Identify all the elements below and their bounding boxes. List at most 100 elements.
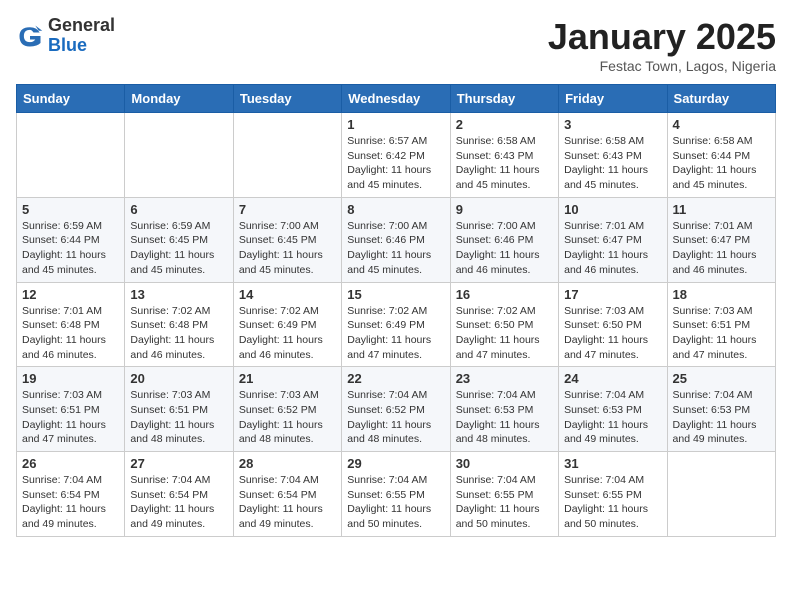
calendar-cell: 9Sunrise: 7:00 AM Sunset: 6:46 PM Daylig…: [450, 197, 558, 282]
day-number: 20: [130, 371, 227, 386]
day-info: Sunrise: 7:03 AM Sunset: 6:51 PM Dayligh…: [673, 304, 770, 363]
calendar-week-2: 5 Sunrise: 6:59 AM Sunset: 6:44 PM Daylig…: [17, 197, 776, 282]
day-number: 6: [130, 202, 227, 217]
day-number: 25: [673, 371, 770, 386]
day-info: Sunrise: 6:58 AM Sunset: 6:43 PM Dayligh…: [564, 134, 661, 193]
weekday-header-thursday: Thursday: [450, 85, 558, 113]
weekday-header-row: SundayMondayTuesdayWednesdayThursdayFrid…: [17, 85, 776, 113]
day-info: Sunrise: 6:59 AM Sunset: 6:45 PM Dayligh…: [130, 219, 227, 278]
day-number: 1: [347, 117, 444, 132]
day-info: Sunrise: 7:03 AM Sunset: 6:52 PM Dayligh…: [239, 388, 336, 447]
calendar-cell: 2 Sunrise: 6:58 AM Sunset: 6:43 PM Daylig…: [450, 113, 558, 198]
calendar-cell: 10 Sunrise: 7:01 AM Sunset: 6:47 PM Dayli…: [559, 197, 667, 282]
day-number: 2: [456, 117, 553, 132]
day-number: 23: [456, 371, 553, 386]
weekday-header-saturday: Saturday: [667, 85, 775, 113]
calendar-cell: 19 Sunrise: 7:03 AM Sunset: 6:51 PM Dayli…: [17, 367, 125, 452]
day-info: Sunrise: 7:04 AM Sunset: 6:53 PM Dayligh…: [673, 388, 770, 447]
day-number: 18: [673, 287, 770, 302]
day-info: Sunrise: 7:04 AM Sunset: 6:52 PM Dayligh…: [347, 388, 444, 447]
logo-text: General Blue: [48, 16, 115, 56]
calendar-cell: 20Sunrise: 7:03 AM Sunset: 6:51 PM Dayli…: [125, 367, 233, 452]
day-info: Sunrise: 7:03 AM Sunset: 6:50 PM Dayligh…: [564, 304, 661, 363]
calendar-cell: 26Sunrise: 7:04 AM Sunset: 6:54 PM Dayli…: [17, 452, 125, 537]
day-info: Sunrise: 7:02 AM Sunset: 6:50 PM Dayligh…: [456, 304, 553, 363]
day-number: 31: [564, 456, 661, 471]
day-number: 27: [130, 456, 227, 471]
calendar-cell: 14 Sunrise: 7:02 AM Sunset: 6:49 PM Dayli…: [233, 282, 341, 367]
day-number: 30: [456, 456, 553, 471]
day-number: 5: [22, 202, 119, 217]
calendar-cell: 16 Sunrise: 7:02 AM Sunset: 6:50 PM Dayli…: [450, 282, 558, 367]
calendar-cell: 1Sunrise: 6:57 AM Sunset: 6:42 PM Daylig…: [342, 113, 450, 198]
calendar-cell: 17 Sunrise: 7:03 AM Sunset: 6:50 PM Dayli…: [559, 282, 667, 367]
calendar-cell: 12Sunrise: 7:01 AM Sunset: 6:48 PM Dayli…: [17, 282, 125, 367]
day-info: Sunrise: 7:00 AM Sunset: 6:45 PM Dayligh…: [239, 219, 336, 278]
page-header: General Blue January 2025 Festac Town, L…: [16, 16, 776, 74]
calendar-week-5: 26 Sunrise: 7:04 AM Sunset: 6:54 PM Dayli…: [17, 452, 776, 537]
calendar-cell: 6 Sunrise: 6:59 AM Sunset: 6:45 PM Daylig…: [125, 197, 233, 282]
weekday-header-friday: Friday: [559, 85, 667, 113]
day-number: 13: [130, 287, 227, 302]
day-info: Sunrise: 7:01 AM Sunset: 6:47 PM Dayligh…: [673, 219, 770, 278]
calendar-cell: [667, 452, 775, 537]
weekday-header-sunday: Sunday: [17, 85, 125, 113]
day-info: Sunrise: 7:03 AM Sunset: 6:51 PM Dayligh…: [22, 388, 119, 447]
calendar-cell: 27 Sunrise: 7:04 AM Sunset: 6:54 PM Dayli…: [125, 452, 233, 537]
day-info: Sunrise: 7:00 AM Sunset: 6:46 PM Dayligh…: [347, 219, 444, 278]
day-info: Sunrise: 7:00 AM Sunset: 6:46 PM Dayligh…: [456, 219, 553, 278]
day-number: 19: [22, 371, 119, 386]
location-subtitle: Festac Town, Lagos, Nigeria: [548, 58, 776, 74]
day-number: 28: [239, 456, 336, 471]
day-number: 4: [673, 117, 770, 132]
calendar-week-1: 1Sunrise: 6:57 AM Sunset: 6:42 PM Daylig…: [17, 113, 776, 198]
calendar-cell: 18 Sunrise: 7:03 AM Sunset: 6:51 PM Dayli…: [667, 282, 775, 367]
day-info: Sunrise: 7:02 AM Sunset: 6:49 PM Dayligh…: [239, 304, 336, 363]
weekday-header-monday: Monday: [125, 85, 233, 113]
calendar-cell: 22 Sunrise: 7:04 AM Sunset: 6:52 PM Dayli…: [342, 367, 450, 452]
calendar-week-4: 19 Sunrise: 7:03 AM Sunset: 6:51 PM Dayli…: [17, 367, 776, 452]
logo-icon: [16, 22, 44, 50]
day-info: Sunrise: 7:04 AM Sunset: 6:54 PM Dayligh…: [239, 473, 336, 532]
month-title: January 2025: [548, 16, 776, 58]
calendar-cell: [233, 113, 341, 198]
weekday-header-wednesday: Wednesday: [342, 85, 450, 113]
day-number: 26: [22, 456, 119, 471]
day-info: Sunrise: 7:04 AM Sunset: 6:53 PM Dayligh…: [456, 388, 553, 447]
day-info: Sunrise: 6:58 AM Sunset: 6:43 PM Dayligh…: [456, 134, 553, 193]
day-number: 21: [239, 371, 336, 386]
calendar-cell: 15Sunrise: 7:02 AM Sunset: 6:49 PM Dayli…: [342, 282, 450, 367]
calendar-cell: 11Sunrise: 7:01 AM Sunset: 6:47 PM Dayli…: [667, 197, 775, 282]
day-info: Sunrise: 7:04 AM Sunset: 6:55 PM Dayligh…: [347, 473, 444, 532]
calendar-cell: 28 Sunrise: 7:04 AM Sunset: 6:54 PM Dayli…: [233, 452, 341, 537]
day-number: 29: [347, 456, 444, 471]
calendar-cell: 23 Sunrise: 7:04 AM Sunset: 6:53 PM Dayli…: [450, 367, 558, 452]
calendar-cell: [125, 113, 233, 198]
logo: General Blue: [16, 16, 115, 56]
day-number: 15: [347, 287, 444, 302]
day-info: Sunrise: 6:58 AM Sunset: 6:44 PM Dayligh…: [673, 134, 770, 193]
calendar-cell: [17, 113, 125, 198]
day-number: 16: [456, 287, 553, 302]
day-info: Sunrise: 6:59 AM Sunset: 6:44 PM Dayligh…: [22, 219, 119, 278]
day-number: 10: [564, 202, 661, 217]
day-number: 24: [564, 371, 661, 386]
day-number: 22: [347, 371, 444, 386]
day-number: 7: [239, 202, 336, 217]
day-info: Sunrise: 7:04 AM Sunset: 6:55 PM Dayligh…: [456, 473, 553, 532]
calendar-cell: 29 Sunrise: 7:04 AM Sunset: 6:55 PM Dayli…: [342, 452, 450, 537]
day-info: Sunrise: 7:04 AM Sunset: 6:53 PM Dayligh…: [564, 388, 661, 447]
day-info: Sunrise: 7:01 AM Sunset: 6:47 PM Dayligh…: [564, 219, 661, 278]
calendar-cell: 3Sunrise: 6:58 AM Sunset: 6:43 PM Daylig…: [559, 113, 667, 198]
calendar-cell: 31Sunrise: 7:04 AM Sunset: 6:55 PM Dayli…: [559, 452, 667, 537]
weekday-header-tuesday: Tuesday: [233, 85, 341, 113]
calendar-cell: 8 Sunrise: 7:00 AM Sunset: 6:46 PM Daylig…: [342, 197, 450, 282]
day-number: 17: [564, 287, 661, 302]
calendar-table: SundayMondayTuesdayWednesdayThursdayFrid…: [16, 84, 776, 537]
day-number: 14: [239, 287, 336, 302]
day-info: Sunrise: 7:04 AM Sunset: 6:54 PM Dayligh…: [130, 473, 227, 532]
title-block: January 2025 Festac Town, Lagos, Nigeria: [548, 16, 776, 74]
day-number: 8: [347, 202, 444, 217]
calendar-cell: 25 Sunrise: 7:04 AM Sunset: 6:53 PM Dayli…: [667, 367, 775, 452]
calendar-cell: 24 Sunrise: 7:04 AM Sunset: 6:53 PM Dayli…: [559, 367, 667, 452]
